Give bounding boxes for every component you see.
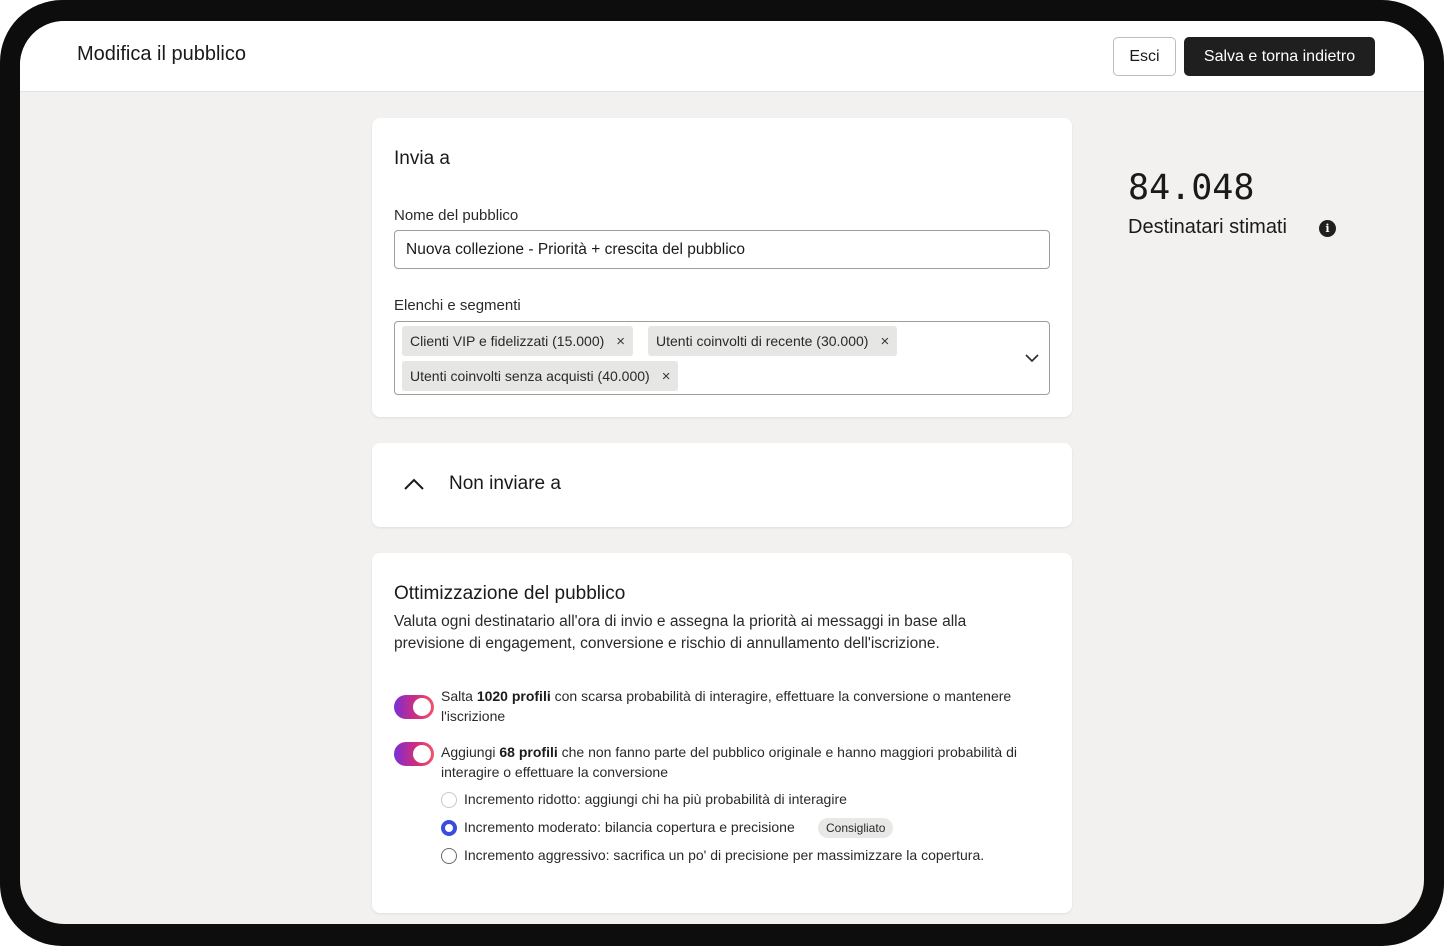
optimization-description: Valuta ogni destinatario all'ora di invi… [394, 613, 967, 652]
segment-chip: Clienti VIP e fidelizzati (15.000) × [402, 326, 634, 356]
level-aggressive-radio[interactable] [441, 848, 457, 864]
recommended-badge: Consigliato [818, 818, 894, 838]
estimated-recipients-value: 84.048 [1128, 168, 1255, 208]
lists-segments-select[interactable]: Clienti VIP e fidelizzati (15.000) × Ute… [394, 321, 1050, 395]
level-moderate-radio[interactable] [441, 820, 457, 836]
device-frame: Modifica il pubblico Esci Salva e torna … [0, 0, 1444, 946]
send-to-title: Invia a [394, 148, 450, 169]
skip-profiles-text: Salta 1020 profili con scarsa probabilit… [441, 688, 1012, 724]
segment-chip: Utenti coinvolti senza acquisti (40.000)… [402, 361, 679, 391]
exclude-title: Non inviare a [449, 473, 561, 494]
send-to-card: Invia a Nome del pubblico Elenchi e segm… [372, 118, 1072, 417]
info-icon[interactable]: i [1319, 220, 1336, 237]
chevron-up-icon[interactable] [403, 475, 425, 493]
level-low-radio[interactable] [441, 792, 457, 808]
toggle-knob [413, 698, 431, 716]
optimization-title: Ottimizzazione del pubblico [394, 583, 626, 604]
skip-profiles-toggle[interactable] [394, 695, 434, 719]
level-low-label[interactable]: Incremento ridotto: aggiungi chi ha più … [464, 791, 847, 807]
estimated-recipients-label: Destinatari stimati [1128, 216, 1287, 238]
level-aggressive-label[interactable]: Incremento aggressivo: sacrifica un po' … [464, 847, 984, 863]
optimization-card: Ottimizzazione del pubblico Valuta ogni … [372, 553, 1072, 913]
lists-segments-label: Elenchi e segmenti [394, 297, 521, 314]
add-profiles-toggle[interactable] [394, 742, 434, 766]
close-icon[interactable]: × [880, 333, 889, 350]
save-and-back-button[interactable]: Salva e torna indietro [1184, 37, 1375, 76]
segment-chip-label: Utenti coinvolti senza acquisti (40.000) [410, 368, 650, 384]
exit-button[interactable]: Esci [1113, 37, 1176, 76]
close-icon[interactable]: × [616, 333, 625, 350]
page-title: Modifica il pubblico [77, 43, 246, 65]
add-profiles-text: Aggiungi 68 profili che non fanno parte … [441, 744, 1017, 780]
audience-name-label: Nome del pubblico [394, 207, 519, 224]
close-icon[interactable]: × [662, 368, 671, 385]
segment-chip-label: Utenti coinvolti di recente (30.000) [656, 333, 869, 349]
exclude-card[interactable]: Non inviare a [372, 443, 1072, 527]
audience-name-input[interactable] [394, 230, 1050, 269]
top-bar: Modifica il pubblico Esci Salva e torna … [20, 21, 1424, 92]
toggle-knob [413, 745, 431, 763]
level-moderate-label[interactable]: Incremento moderato: bilancia copertura … [464, 819, 795, 835]
app-screen: Modifica il pubblico Esci Salva e torna … [20, 21, 1424, 924]
segment-chip: Utenti coinvolti di recente (30.000) × [648, 326, 898, 356]
segment-chip-label: Clienti VIP e fidelizzati (15.000) [410, 333, 605, 349]
chevron-down-icon[interactable] [1023, 349, 1041, 367]
